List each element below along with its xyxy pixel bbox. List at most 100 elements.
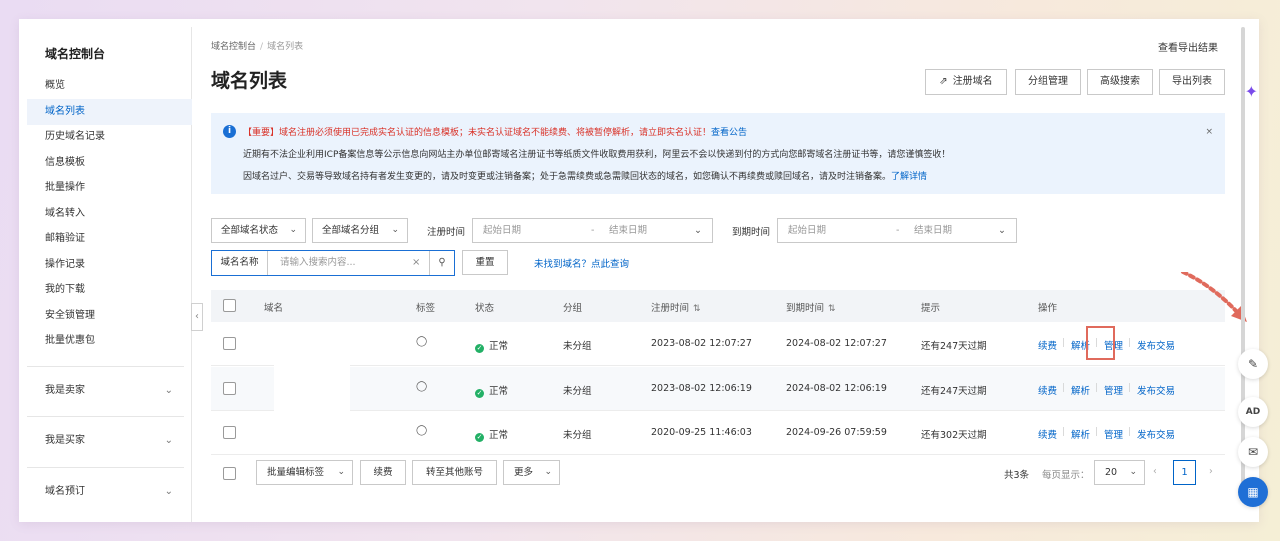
row-checkbox[interactable] [223,426,236,439]
tag-icon[interactable]: ◯ [416,425,427,436]
sidebar-item-overview[interactable]: 概览 [27,73,192,99]
resolve-link[interactable]: 解析 [1071,427,1090,441]
sidebar-item-downloads[interactable]: 我的下载 [27,277,192,303]
select-all-checkbox[interactable] [223,299,236,312]
chevron-down-icon: ⌄ [544,467,552,477]
breadcrumb-current: 域名列表 [267,42,304,52]
notice-announcement-link[interactable]: 查看公告 [711,128,747,138]
sidebar-item-logs[interactable]: 操作记录 [27,252,192,278]
chevron-down-icon: ⌄ [998,225,1006,236]
total-count: 共3条 [1004,470,1030,481]
reg-start-date[interactable]: 起始日期 [483,219,521,242]
action-divider: | [1062,427,1066,437]
redacted-domain-area [274,335,350,442]
main-content: 域名控制台 / 域名列表 查看导出结果 域名列表 ⇗ 注册域名 分组管理 高级搜索 导… [211,27,1259,522]
advanced-search-button[interactable]: 高级搜索 [1087,69,1153,95]
sidebar-group-seller[interactable]: 我是卖家 ⌄ [45,381,173,401]
publish-trade-link[interactable]: 发布交易 [1137,427,1175,441]
chevron-down-icon: ⌄ [694,225,702,236]
manage-link[interactable]: 管理 [1104,383,1123,397]
resolve-link[interactable]: 解析 [1071,383,1090,397]
sidebar-group-buyer[interactable]: 我是买家 ⌄ [45,431,173,451]
col-reg-time[interactable]: 注册时间 ⇅ [651,300,701,314]
not-found-query-link[interactable]: 未找到域名？点此查询 [534,256,629,270]
col-domain: 域名 [264,303,284,314]
export-list-button[interactable]: 导出列表 [1159,69,1225,95]
export-results-link[interactable]: 查看导出结果 [1158,39,1218,54]
publish-trade-link[interactable]: 发布交易 [1137,338,1175,352]
domain-search-box[interactable]: 域名名称 请输入搜索内容... × ⚲ [211,250,455,276]
col-exp-time[interactable]: 到期时间 ⇅ [786,300,836,314]
chat-icon[interactable]: ✉ [1238,437,1268,467]
page-number-button[interactable]: 1 [1173,460,1196,485]
col-status: 状态 [475,303,495,314]
edit-icon[interactable]: ✎ [1238,349,1268,379]
chevron-down-icon: ⌄ [164,486,173,497]
batch-renew-button[interactable]: 续费 [360,460,406,485]
sidebar-item-transfer-in[interactable]: 域名转入 [27,201,192,227]
exp-time-cell: 2024-08-02 12:06:19 [786,383,887,394]
sidebar-item-email-verify[interactable]: 邮箱验证 [27,226,192,252]
action-divider: | [1128,338,1132,348]
search-input[interactable]: 请输入搜索内容... [280,251,356,275]
row-checkbox[interactable] [223,337,236,350]
sidebar-item-batch[interactable]: 批量操作 [27,175,192,201]
reg-time-range[interactable]: 起始日期 - 结束日期 ⌄ [472,218,713,243]
sidebar-item-security-lock[interactable]: 安全锁管理 [27,303,192,329]
renew-link[interactable]: 续费 [1038,338,1057,352]
exp-time-label: 到期时间 [732,227,771,238]
publish-trade-link[interactable]: 发布交易 [1137,383,1175,397]
table-row: ◯ ✓ 正常 未分组 2023-08-02 12:06:19 2024-08-02… [211,367,1225,411]
tag-icon[interactable]: ◯ [416,381,427,392]
exp-end-date[interactable]: 结束日期 [914,219,952,242]
action-divider: | [1128,427,1132,437]
breadcrumb-root[interactable]: 域名控制台 [211,42,256,52]
tag-icon[interactable]: ◯ [416,336,427,347]
apps-grid-icon[interactable]: ▦ [1238,477,1268,507]
range-separator: - [591,225,595,236]
notice-banner: i 【重要】域名注册必须使用已完成实名认证的信息模板；未实名认证域名不能续费、将… [211,113,1225,194]
renew-link[interactable]: 续费 [1038,427,1057,441]
hint-cell: 还有302天过期 [921,430,987,441]
register-domain-button[interactable]: ⇗ 注册域名 [925,69,1007,95]
check-icon: ✓ [475,344,484,353]
row-checkbox[interactable] [223,382,236,395]
next-page-icon[interactable]: › [1209,466,1213,477]
sort-icon[interactable]: ⇅ [693,304,701,314]
ad-icon[interactable]: AD [1238,397,1268,427]
sidebar-item-domain-list[interactable]: 域名列表 [27,99,192,125]
group-manage-button[interactable]: 分组管理 [1015,69,1081,95]
exp-start-date[interactable]: 起始日期 [788,219,826,242]
manage-link[interactable]: 管理 [1104,427,1123,441]
sidebar-item-history[interactable]: 历史域名记录 [27,124,192,150]
check-icon: ✓ [475,389,484,398]
sidebar-collapse-handle[interactable]: ‹ [191,303,203,331]
sidebar-item-templates[interactable]: 信息模板 [27,150,192,176]
per-page-select[interactable]: 20 ⌄ [1094,460,1145,485]
prev-page-icon[interactable]: ‹ [1153,466,1157,477]
notice-learn-more-link[interactable]: 了解详情 [891,172,927,182]
reg-end-date[interactable]: 结束日期 [609,219,647,242]
more-select[interactable]: 更多 ⌄ [503,460,560,485]
sort-icon[interactable]: ⇅ [828,304,836,314]
footer-select-all-checkbox[interactable] [223,467,236,480]
sidebar-item-discount-pack[interactable]: 批量优惠包 [27,328,192,354]
clear-icon[interactable]: × [412,251,420,275]
transfer-account-button[interactable]: 转至其他账号 [412,460,497,485]
status-select[interactable]: 全部域名状态 ⌄ [211,218,306,243]
col-action: 操作 [1038,303,1058,314]
ai-assistant-icon[interactable]: ✦ [1245,82,1258,101]
batch-edit-tag-select[interactable]: 批量编辑标签 ⌄ [256,460,353,485]
search-prefix[interactable]: 域名名称 [212,251,268,275]
notice-line-2: 近期有不法企业利用ICP备案信息等公示信息向网站主办单位邮寄域名注册证书等纸质文… [243,150,951,160]
sidebar: 域名控制台 概览 域名列表 历史域名记录 信息模板 批量操作 域名转入 邮箱验证… [19,27,192,522]
search-icon[interactable]: ⚲ [429,251,454,275]
reset-button[interactable]: 重置 [462,250,508,275]
close-icon[interactable]: × [1205,127,1213,137]
console-window: 域名控制台 概览 域名列表 历史域名记录 信息模板 批量操作 域名转入 邮箱验证… [19,19,1259,522]
sidebar-title: 域名控制台 [45,47,106,61]
exp-time-range[interactable]: 起始日期 - 结束日期 ⌄ [777,218,1017,243]
group-select[interactable]: 全部域名分组 ⌄ [312,218,408,243]
renew-link[interactable]: 续费 [1038,383,1057,397]
sidebar-group-reserve[interactable]: 域名预订 ⌄ [45,482,173,502]
